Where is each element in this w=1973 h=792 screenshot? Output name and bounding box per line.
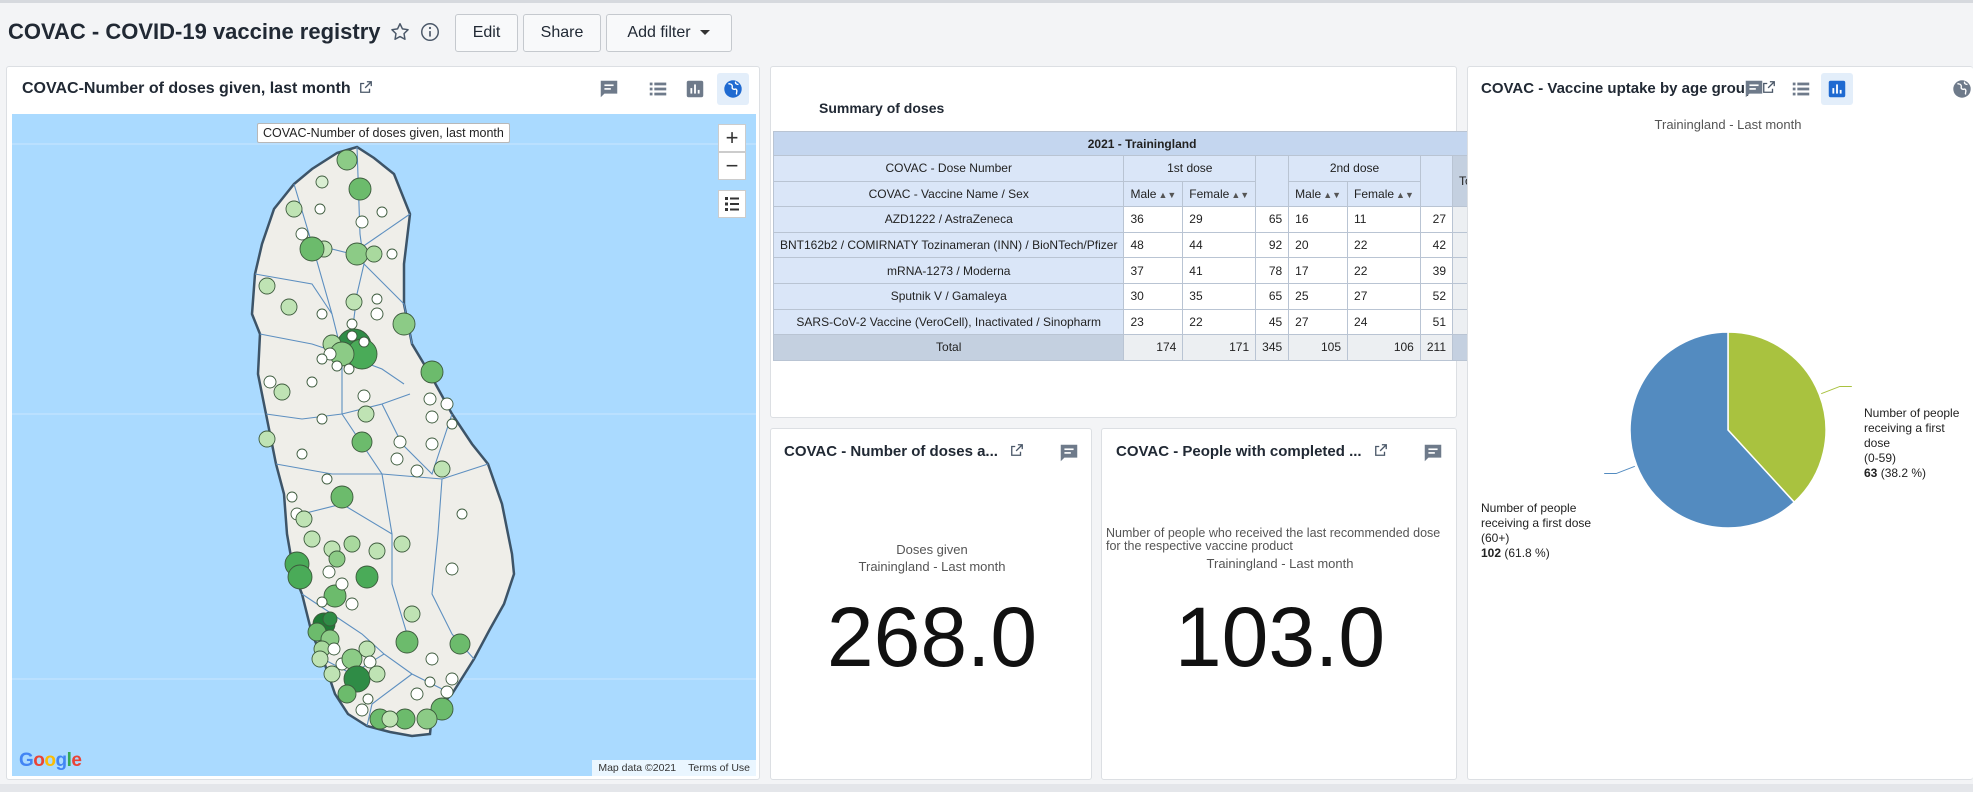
sort-icon: ▲▼ xyxy=(1231,189,1250,200)
pivot-dose2-total-header xyxy=(1419,154,1454,208)
pie-card-title: COVAC - Vaccine uptake by age group xyxy=(1481,80,1776,97)
sort-icon: ▲▼ xyxy=(1396,189,1414,200)
table-row: SARS-CoV-2 Vaccine (VeroCell), Inactivat… xyxy=(772,308,1512,336)
table-row: BNT162b2 / COMIRNATY Tozinameran (INN) /… xyxy=(772,231,1512,259)
doses-card-title: COVAC - Number of doses a... xyxy=(784,443,1024,460)
open-external-icon[interactable] xyxy=(1010,443,1024,457)
doses-value: 268.0 xyxy=(826,590,1038,684)
map-view-icon[interactable] xyxy=(1946,73,1973,105)
table-row: mRNA-1273 / Moderna 37 41 78 17 22 39 11… xyxy=(772,257,1512,284)
map-title-tooltip: COVAC-Number of doses given, last month xyxy=(257,123,510,143)
pie-leader-1 xyxy=(1604,465,1635,475)
google-logo: Google xyxy=(19,750,82,771)
caret-down-icon xyxy=(699,30,710,35)
open-external-icon[interactable] xyxy=(1374,443,1388,457)
completed-label: Number of people who received the last r… xyxy=(1106,526,1441,571)
pie-leader-0 xyxy=(1821,385,1852,395)
pivot-female1-header[interactable]: Female ▲▼ xyxy=(1182,180,1257,208)
map-canvas[interactable]: COVAC-Number of doses given, last month … xyxy=(12,114,756,776)
pivot-dose1-header: 1st dose xyxy=(1123,155,1257,182)
add-filter-button[interactable]: Add filter xyxy=(606,14,732,52)
pie-label-60plus: Number of people receiving a first dose … xyxy=(1481,501,1592,560)
dashboard-header: COVAC - COVID-19 vaccine registry Edit S… xyxy=(0,0,1973,60)
terms-link[interactable]: Terms of Use xyxy=(688,762,750,774)
pivot-dim1-label: COVAC - Dose Number xyxy=(772,155,1125,182)
add-filter-label: Add filter xyxy=(627,24,691,41)
zoom-out-button[interactable]: − xyxy=(718,152,746,180)
pivot-dose2-header: 2nd dose xyxy=(1288,155,1421,182)
pie-subtitle: Trainingland - Last month xyxy=(1654,117,1802,132)
open-external-icon[interactable] xyxy=(359,80,373,94)
map-data-text: Map data ©2021 xyxy=(598,762,677,774)
legend-toggle-icon[interactable] xyxy=(718,190,746,218)
table-view-icon[interactable] xyxy=(642,73,674,105)
interpretations-icon[interactable] xyxy=(593,73,625,105)
table-totals-row: Total 174 171 345 105 106 211 556 xyxy=(772,334,1512,361)
table-row: Sputnik V / Gamaleya 30 35 65 25 27 52 1… xyxy=(772,282,1512,310)
pivot-table: 2021 - Trainingland COVAC - Dose Number … xyxy=(772,131,1512,361)
star-icon[interactable] xyxy=(388,20,412,44)
doses-card: COVAC - Number of doses a... Doses given… xyxy=(770,428,1092,780)
pivot-dose1-total-header xyxy=(1255,154,1290,208)
pivot-male1-header[interactable]: Male ▲▼ xyxy=(1123,180,1184,208)
share-button[interactable]: Share xyxy=(523,14,601,52)
pivot-male2-header[interactable]: Male ▲▼ xyxy=(1288,180,1349,208)
country-outline xyxy=(250,145,516,738)
interpretations-icon[interactable] xyxy=(1738,73,1770,105)
chart-view-icon[interactable] xyxy=(1821,73,1853,105)
table-row: AZD1222 / AstraZeneca 36 29 65 16 11 27 … xyxy=(772,206,1512,233)
bottom-scroll-strip[interactable] xyxy=(0,784,1973,792)
completed-card-title: COVAC - People with completed ... xyxy=(1116,443,1388,460)
completed-value: 103.0 xyxy=(1174,590,1386,684)
completed-card: COVAC - People with completed ... Number… xyxy=(1101,428,1457,780)
sort-icon: ▲▼ xyxy=(1323,189,1342,200)
info-icon[interactable] xyxy=(418,20,442,44)
pie-card: COVAC - Vaccine uptake by age group Trai… xyxy=(1467,66,1973,780)
zoom-in-button[interactable]: + xyxy=(718,124,746,152)
pivot-title: Summary of doses xyxy=(819,100,945,116)
map-view-icon[interactable] xyxy=(717,73,749,105)
pivot-female2-header[interactable]: Female ▲▼ xyxy=(1347,180,1421,208)
pie-label-0-59: Number of people receiving a first dose … xyxy=(1864,406,1960,480)
map-card-title: COVAC-Number of doses given, last month xyxy=(22,80,373,98)
dashboard-title: COVAC - COVID-19 vaccine registry xyxy=(8,19,381,44)
pivot-dim2-label: COVAC - Vaccine Name / Sex xyxy=(772,180,1125,208)
chart-view-icon[interactable] xyxy=(679,73,711,105)
map-attribution: Map data ©2021 Terms of Use xyxy=(592,760,756,776)
table-view-icon[interactable] xyxy=(1785,73,1817,105)
interpretations-icon[interactable] xyxy=(1417,437,1449,469)
map-svg xyxy=(12,143,756,738)
sort-icon: ▲▼ xyxy=(1158,189,1177,200)
edit-button[interactable]: Edit xyxy=(455,14,518,52)
pivot-period-header: 2021 - Trainingland xyxy=(772,131,1512,156)
doses-label: Doses given Trainingland - Last month xyxy=(858,542,1006,574)
interpretations-icon[interactable] xyxy=(1053,437,1085,469)
